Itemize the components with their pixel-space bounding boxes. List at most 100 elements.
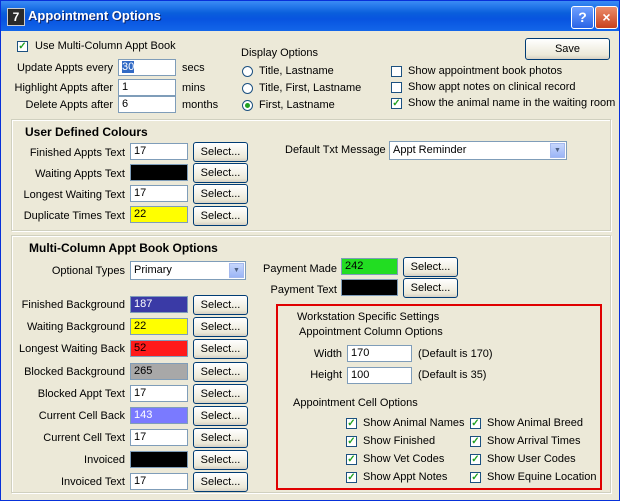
mc-select-invoiced-text-button[interactable]: Select... [193,472,248,492]
mc-swatch-blocked-background: 265 [130,363,188,380]
appointment-options-window: 7 Appointment Options ? × ✓ Use Multi-Co… [0,0,620,501]
appointment-cell-options-title: Appointment Cell Options [293,397,418,409]
show-animal-breed-label: Show Animal Breed [487,417,583,429]
mc-label-longest-waiting-back: Longest Waiting Back [19,343,125,355]
payment-made-swatch: 242 [341,258,398,275]
show-animal-names-label: Show Animal Names [363,417,465,429]
chevron-down-icon[interactable]: ▼ [550,143,565,158]
udc-label-finished: Finished Appts Text [29,147,125,159]
udc-label-waiting: Waiting Appts Text [35,168,125,180]
optional-types-label: Optional Types [51,265,125,277]
udc-swatch-finished: 17 [130,143,188,160]
udc-select-waiting-button[interactable]: Select... [193,163,248,183]
mc-select-blocked-background-button[interactable]: Select... [193,362,248,382]
mc-select-current-cell-text-button[interactable]: Select... [193,428,248,448]
show-animal-names-checkbox[interactable]: ✓ [346,418,357,429]
workstation-settings-title: Workstation Specific Settings [297,311,440,323]
udc-swatch-waiting [130,164,188,181]
appointment-column-options-title: Appointment Column Options [299,326,443,338]
mc-select-invoiced-button[interactable]: Select... [193,450,248,470]
update-appts-input[interactable]: 30 [118,59,176,76]
highlight-appts-input[interactable]: 1 [118,79,176,96]
show-equine-location-label: Show Equine Location [487,471,597,483]
width-input[interactable]: 170 [347,345,412,362]
udc-select-longest-button[interactable]: Select... [193,184,248,204]
mc-swatch-waiting-background: 22 [130,318,188,335]
mc-label-waiting-background: Waiting Background [26,321,125,333]
show-appt-notes-label: Show appt notes on clinical record [408,81,576,93]
mc-select-blocked-appt-text-button[interactable]: Select... [193,384,248,404]
payment-text-select-button[interactable]: Select... [403,278,458,298]
width-label: Width [313,348,342,360]
update-appts-label: Update Appts every [16,62,113,74]
update-unit: secs [182,62,205,74]
payment-text-label: Payment Text [270,284,337,296]
mc-select-finished-background-button[interactable]: Select... [193,295,248,315]
width-note: (Default is 170) [418,348,493,360]
radio-title-lastname[interactable] [242,66,253,77]
multi-column-options-title: Multi-Column Appt Book Options [29,241,218,255]
mc-label-current-cell-text: Current Cell Text [43,432,125,444]
mc-swatch-longest-waiting-back: 52 [130,340,188,357]
default-txt-label: Default Txt Message [285,144,386,156]
use-multi-column-checkbox[interactable]: ✓ [17,41,28,52]
udc-swatch-longest: 17 [130,185,188,202]
show-animal-name-checkbox[interactable]: ✓ [391,98,402,109]
title-bar[interactable]: 7 Appointment Options ? × [1,1,619,31]
height-input[interactable]: 100 [347,367,412,384]
show-user-codes-label: Show User Codes [487,453,576,465]
highlight-appts-label: Highlight Appts after [14,82,113,94]
mc-label-finished-background: Finished Background [21,299,125,311]
show-vet-codes-label: Show Vet Codes [363,453,445,465]
show-appt-notes-checkbox[interactable] [391,82,402,93]
radio-first-lastname-label: First, Lastname [259,99,335,111]
show-animal-breed-checkbox[interactable]: ✓ [470,418,481,429]
window-title: Appointment Options [28,8,161,23]
show-appt-notes-checkbox[interactable]: ✓ [346,472,357,483]
delete-appts-input[interactable]: 6 [118,96,176,113]
mc-swatch-invoiced [130,451,188,468]
mc-label-blocked-appt-text: Blocked Appt Text [37,388,125,400]
radio-title-first-lastname-label: Title, First, Lastname [259,82,362,94]
radio-first-lastname[interactable] [242,100,253,111]
mc-swatch-blocked-appt-text: 17 [130,385,188,402]
udc-select-duplicate-button[interactable]: Select... [193,206,248,226]
save-button[interactable]: Save [525,38,610,60]
show-finished-checkbox[interactable]: ✓ [346,436,357,447]
help-button[interactable]: ? [571,6,594,29]
udc-select-finished-button[interactable]: Select... [193,142,248,162]
show-equine-location-checkbox[interactable]: ✓ [470,472,481,483]
display-options-title: Display Options [241,47,319,59]
mc-select-longest-waiting-back-button[interactable]: Select... [193,339,248,359]
radio-title-first-lastname[interactable] [242,83,253,94]
mc-label-invoiced: Invoiced [84,454,125,466]
udc-label-longest: Longest Waiting Text [23,189,125,201]
delete-appts-label: Delete Appts after [25,99,113,111]
default-txt-select[interactable]: Appt Reminder ▼ [389,141,567,160]
delete-unit: months [182,99,219,111]
show-photos-checkbox[interactable] [391,66,402,77]
show-appt-notes-label: Show Appt Notes [363,471,448,483]
mc-label-blocked-background: Blocked Background [24,366,125,378]
udc-swatch-duplicate: 22 [130,206,188,223]
highlight-unit: mins [182,82,206,94]
payment-text-swatch [341,279,398,296]
show-vet-codes-checkbox[interactable]: ✓ [346,454,357,465]
height-label: Height [310,369,342,381]
show-arrival-times-checkbox[interactable]: ✓ [470,436,481,447]
app-icon: 7 [7,8,25,26]
show-photos-label: Show appointment book photos [408,65,563,77]
mc-swatch-invoiced-text: 17 [130,473,188,490]
user-defined-colours-title: User Defined Colours [25,125,148,139]
payment-made-select-button[interactable]: Select... [403,257,458,277]
use-multi-column-label: Use Multi-Column Appt Book [35,40,176,52]
mc-select-current-cell-back-button[interactable]: Select... [193,406,248,426]
show-user-codes-checkbox[interactable]: ✓ [470,454,481,465]
mc-select-waiting-background-button[interactable]: Select... [193,317,248,337]
close-button[interactable]: × [595,6,618,29]
optional-types-select[interactable]: Primary ▼ [130,261,246,280]
mc-swatch-current-cell-text: 17 [130,429,188,446]
show-animal-name-label: Show the animal name in the waiting room [408,97,616,109]
mc-swatch-finished-background: 187 [130,296,188,313]
show-arrival-times-label: Show Arrival Times [487,435,581,447]
